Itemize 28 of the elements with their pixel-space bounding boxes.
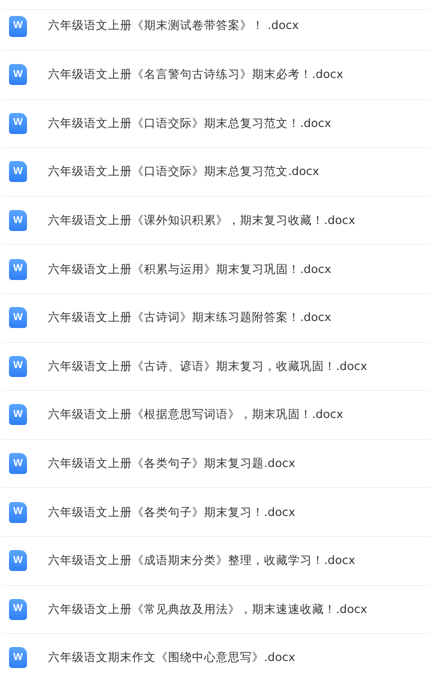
document-icon: W bbox=[9, 258, 27, 280]
file-name[interactable]: 六年级语文上册《根据意思写词语》，期末巩固！.docx bbox=[48, 406, 344, 424]
document-icon: W bbox=[9, 356, 27, 377]
file-name[interactable]: 六年级语文上册《口语交际》期末总复习范文.docx bbox=[48, 163, 320, 181]
document-icon: W bbox=[9, 404, 27, 426]
document-icon: W bbox=[9, 647, 27, 668]
document-icon: W bbox=[9, 550, 27, 572]
document-icon: W bbox=[9, 16, 27, 36]
document-icon: W bbox=[9, 307, 27, 328]
file-name[interactable]: 六年级语文上册《口语交际》期末总复习范文！.docx bbox=[48, 114, 332, 132]
file-name[interactable]: 六年级语文上册《常见典故及用法》，期末速速收藏！.docx bbox=[48, 600, 368, 618]
file-name[interactable]: 六年级语文上册《各类句子》期末复习题.docx bbox=[48, 454, 296, 472]
document-icon: W bbox=[9, 453, 27, 474]
file-name[interactable]: 六年级语文上册《古诗、谚语》期末复习，收藏巩固！.docx bbox=[48, 358, 368, 375]
file-name[interactable]: 六年级语文上册《课外知识积累》，期末复习收藏！.docx bbox=[48, 212, 356, 230]
file-name[interactable]: 六年级语文上册《各类句子》期末复习！.docx bbox=[48, 504, 296, 521]
file-name[interactable]: 六年级语文上册《成语期末分类》整理，收藏学习！.docx bbox=[48, 552, 356, 570]
document-icon: W bbox=[9, 161, 27, 182]
document-icon: W bbox=[9, 598, 27, 620]
document-icon: W bbox=[9, 502, 27, 523]
file-name[interactable]: 六年级语文上册《期末测试卷带答案》！ .docx bbox=[48, 17, 299, 35]
document-icon: W bbox=[9, 210, 27, 232]
document-icon: W bbox=[9, 64, 27, 86]
file-name[interactable]: 六年级语文上册《名言警句古诗练习》期末必考！.docx bbox=[48, 66, 344, 84]
document-icon: W bbox=[9, 112, 27, 134]
file-name[interactable]: 六年级语文上册《积累与运用》期末复习巩固！.docx bbox=[48, 260, 332, 278]
file-name[interactable]: 六年级语文上册《古诗词》期末练习题附答案！.docx bbox=[48, 309, 332, 326]
file-name[interactable]: 六年级语文期末作文《围绕中心意思写》.docx bbox=[48, 649, 296, 667]
